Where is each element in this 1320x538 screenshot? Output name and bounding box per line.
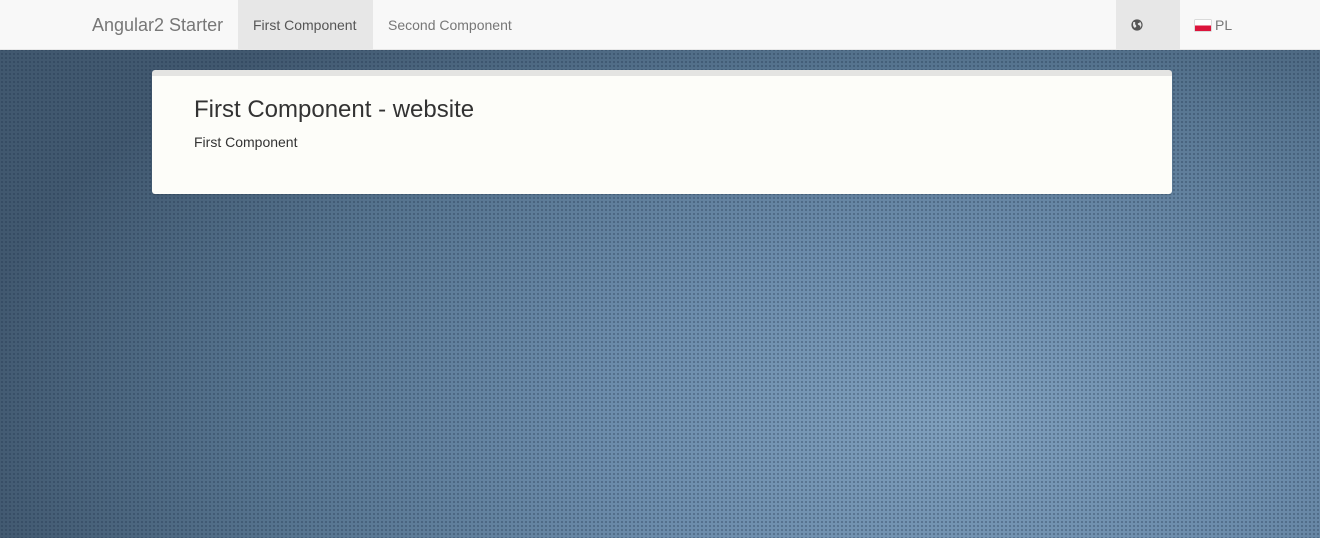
page-title: First Component - website	[194, 96, 475, 123]
nav-second-component-label: Second Component	[388, 17, 512, 33]
language-en-button[interactable]: EN	[1116, 0, 1180, 83]
content-panel: First Component - website First Componen…	[152, 70, 1172, 194]
language-pl-button[interactable]: PL	[1180, 0, 1247, 50]
language-pl-label: PL	[1215, 17, 1233, 33]
nav-second-component[interactable]: Second Component	[373, 0, 527, 50]
nav-first-component[interactable]: First Component	[238, 0, 373, 50]
nav-first-component-label: First Component	[253, 17, 357, 33]
component-text: First Component	[194, 134, 298, 150]
top-navbar: Angular2 Starter First Component Second …	[0, 0, 1320, 83]
globe-icon	[1131, 19, 1143, 31]
flag-pl-icon	[1195, 20, 1211, 31]
brand-link[interactable]: Angular2 Starter	[92, 0, 223, 50]
